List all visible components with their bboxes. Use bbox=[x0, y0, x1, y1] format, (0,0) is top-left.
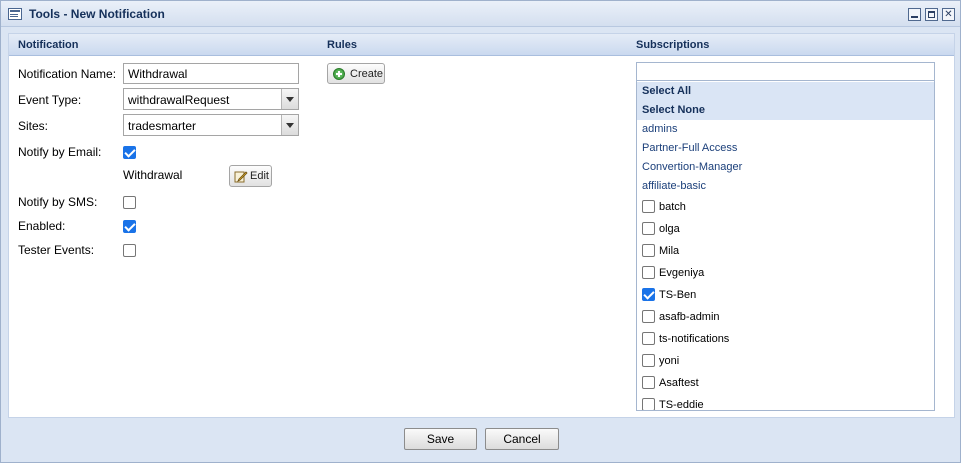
event-type-select[interactable]: withdrawalRequest bbox=[123, 88, 299, 110]
create-button-label: Create bbox=[350, 68, 384, 80]
user-name: Mila bbox=[659, 245, 680, 257]
user-name: Evgeniya bbox=[659, 267, 705, 279]
edit-pencil-icon bbox=[234, 169, 248, 183]
user-name: TS-Ben bbox=[659, 289, 697, 301]
tester-events-checkbox[interactable] bbox=[123, 244, 136, 257]
user-name: asafb-admin bbox=[659, 311, 720, 323]
group-item[interactable]: Convertion-Manager bbox=[642, 161, 742, 173]
section-notification-heading: Notification bbox=[18, 39, 79, 51]
group-item[interactable]: Partner-Full Access bbox=[642, 142, 737, 154]
sites-value: tradesmarter bbox=[128, 119, 197, 133]
group-item[interactable]: affiliate-basic bbox=[642, 180, 706, 192]
notification-dialog: Tools - New Notification ✕ Notification … bbox=[0, 0, 961, 463]
user-name: yoni bbox=[659, 355, 680, 367]
section-rules-heading: Rules bbox=[327, 39, 357, 51]
plus-icon bbox=[333, 68, 345, 80]
close-icon[interactable]: ✕ bbox=[942, 8, 955, 21]
event-type-value: withdrawalRequest bbox=[128, 93, 230, 107]
user-name: Asaftest bbox=[659, 377, 699, 389]
edit-button-label: Edit bbox=[250, 170, 269, 182]
user-name: batch bbox=[659, 201, 686, 213]
select-none-option[interactable]: Select None bbox=[637, 101, 934, 120]
dialog-content: Notification Rules Subscriptions Notific… bbox=[8, 33, 955, 418]
sites-label: Sites: bbox=[18, 119, 49, 133]
user-checkbox[interactable] bbox=[642, 288, 655, 301]
window-title: Tools - New Notification bbox=[29, 7, 165, 21]
user-checkbox[interactable] bbox=[642, 310, 655, 323]
enabled-label: Enabled: bbox=[18, 219, 66, 233]
user-checkbox[interactable] bbox=[642, 222, 655, 235]
chevron-down-icon[interactable] bbox=[281, 115, 298, 135]
email-template-name: Withdrawal bbox=[123, 168, 183, 182]
edit-template-button[interactable]: Edit bbox=[229, 165, 272, 187]
user-checkbox[interactable] bbox=[642, 200, 655, 213]
minimize-icon[interactable] bbox=[908, 8, 921, 21]
user-name: TS-eddie bbox=[659, 399, 704, 411]
user-checkbox[interactable] bbox=[642, 398, 655, 410]
enabled-checkbox[interactable] bbox=[123, 220, 136, 233]
user-checkbox[interactable] bbox=[642, 244, 655, 257]
notify-sms-checkbox[interactable] bbox=[123, 196, 136, 209]
notify-email-label: Notify by Email: bbox=[18, 145, 102, 159]
section-header-bar: Notification Rules Subscriptions bbox=[9, 34, 954, 56]
sites-select[interactable]: tradesmarter bbox=[123, 114, 299, 136]
group-item[interactable]: admins bbox=[642, 123, 677, 135]
window-icon bbox=[8, 8, 22, 20]
user-name: olga bbox=[659, 223, 680, 235]
event-type-label: Event Type: bbox=[18, 93, 82, 107]
save-button[interactable]: Save bbox=[404, 428, 477, 450]
dialog-footer: Save Cancel bbox=[1, 418, 960, 462]
notification-name-input[interactable] bbox=[123, 63, 299, 84]
title-bar[interactable]: Tools - New Notification ✕ bbox=[1, 1, 960, 27]
create-rule-button[interactable]: Create bbox=[327, 63, 385, 84]
maximize-icon[interactable] bbox=[925, 8, 938, 21]
section-subscriptions-heading: Subscriptions bbox=[636, 39, 710, 51]
notification-name-label: Notification Name: bbox=[18, 67, 117, 81]
notify-sms-label: Notify by SMS: bbox=[18, 195, 98, 209]
tester-events-label: Tester Events: bbox=[18, 243, 95, 257]
subscriptions-list[interactable]: Select All Select None admins Partner-Fu… bbox=[636, 81, 935, 411]
user-checkbox[interactable] bbox=[642, 332, 655, 345]
cancel-button[interactable]: Cancel bbox=[485, 428, 559, 450]
notify-email-checkbox[interactable] bbox=[123, 146, 136, 159]
subscriptions-search-input[interactable] bbox=[636, 62, 935, 81]
user-name: ts-notifications bbox=[659, 333, 730, 345]
user-checkbox[interactable] bbox=[642, 376, 655, 389]
chevron-down-icon[interactable] bbox=[281, 89, 298, 109]
select-all-option[interactable]: Select All bbox=[637, 82, 934, 101]
user-checkbox[interactable] bbox=[642, 354, 655, 367]
user-checkbox[interactable] bbox=[642, 266, 655, 279]
